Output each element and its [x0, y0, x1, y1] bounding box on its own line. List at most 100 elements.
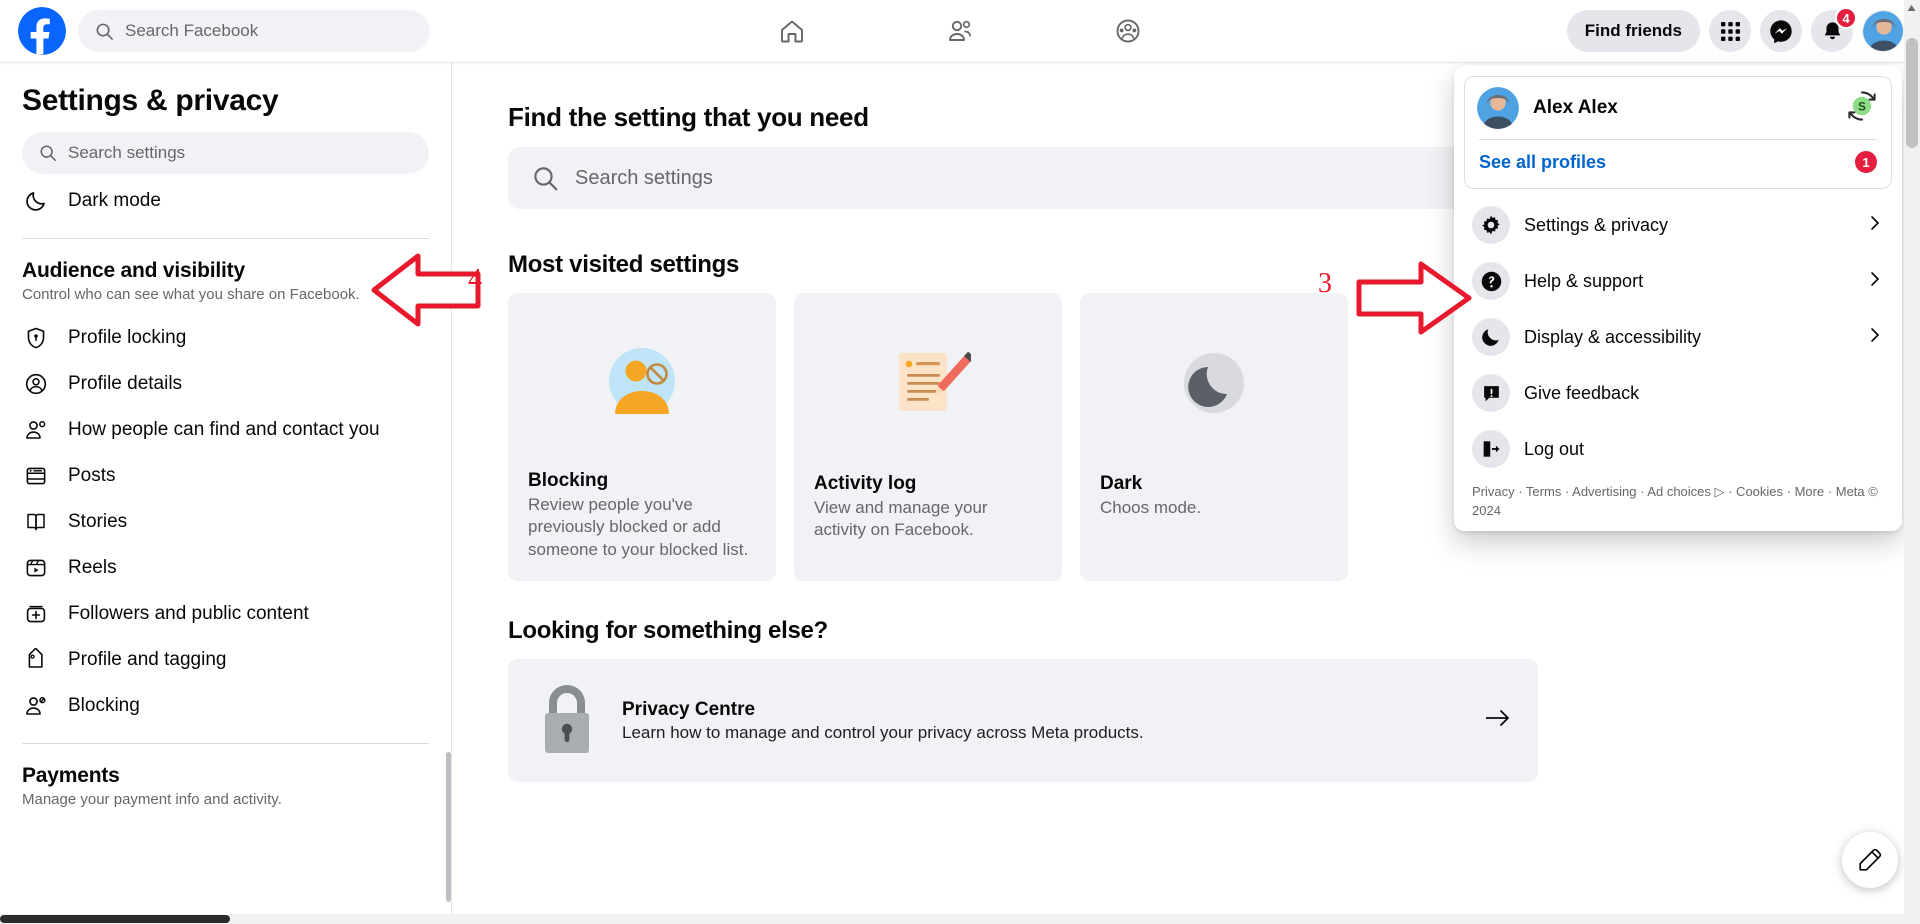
topbar-left-group: Search Facebook	[0, 7, 430, 55]
page-horizontal-scrollbar-thumb[interactable]	[0, 915, 230, 923]
sidebar-item-blocking[interactable]: Blocking	[0, 683, 451, 729]
sidebar-item-label: Dark mode	[68, 190, 161, 211]
setting-card-activity-log[interactable]: Activity log View and manage your activi…	[794, 293, 1062, 581]
sidebar-title: Settings & privacy	[22, 84, 279, 117]
user-avatar	[1477, 87, 1519, 129]
dropdown-footer-links[interactable]: Privacy · Terms · Advertising · Ad choic…	[1464, 477, 1892, 523]
setting-card-dark-mode[interactable]: Dark Choos mode.	[1080, 293, 1348, 581]
compose-fab-button[interactable]	[1842, 832, 1898, 888]
menu-item-settings-privacy[interactable]: Settings & privacy	[1464, 197, 1892, 253]
switch-profile-icon[interactable]: S	[1845, 89, 1879, 128]
see-all-profiles-badge: 1	[1855, 151, 1877, 173]
menu-item-label: Help & support	[1524, 270, 1644, 291]
tag-icon	[22, 646, 50, 674]
search-icon	[534, 166, 558, 190]
sidebar-item-label: Profile details	[68, 373, 183, 394]
sidebar-item-profile-and-tagging[interactable]: Profile and tagging	[0, 637, 451, 683]
sidebar-divider	[22, 743, 429, 744]
facebook-logo-icon[interactable]	[18, 7, 66, 55]
sidebar-item-label: Stories	[68, 511, 128, 532]
menu-item-display-accessibility[interactable]: Display & accessibility	[1464, 309, 1892, 365]
menu-item-give-feedback[interactable]: Give feedback	[1464, 365, 1892, 421]
account-avatar-button[interactable]	[1862, 10, 1904, 52]
profile-card-row[interactable]: Alex Alex S	[1477, 87, 1879, 129]
messenger-icon[interactable]	[1760, 10, 1802, 52]
followers-plus-icon	[22, 600, 50, 628]
annotation-label-4: 4	[468, 264, 482, 295]
menu-item-label: Display & accessibility	[1524, 326, 1702, 347]
see-all-profiles-button[interactable]: See all profiles 1	[1477, 146, 1879, 180]
topbar-nav-group	[764, 8, 1156, 54]
moon-icon	[1472, 318, 1510, 356]
settings-search-input[interactable]: Search settings	[508, 147, 1508, 209]
question-circle-icon	[1472, 262, 1510, 300]
setting-card-blocking[interactable]: Blocking Review people you've previously…	[508, 293, 776, 581]
find-friends-button[interactable]: Find friends	[1566, 10, 1700, 52]
groups-icon[interactable]	[1100, 8, 1156, 54]
sidebar-divider	[22, 238, 429, 239]
sidebar-section-subtitle-audience: Control who can see what you share on Fa…	[22, 286, 360, 303]
profile-card: Alex Alex S See all profiles 1	[1464, 76, 1892, 189]
page-vertical-scrollbar-thumb[interactable]	[1906, 38, 1918, 148]
account-dropdown-menu: Alex Alex S See all profiles 1 Settings …	[1454, 66, 1902, 531]
sidebar-scrollbar-thumb[interactable]	[446, 752, 451, 902]
menu-item-help-support[interactable]: Help & support	[1464, 253, 1892, 309]
sidebar-item-dark-mode[interactable]: Dark mode	[0, 190, 451, 224]
sidebar-item-profile-locking[interactable]: Profile locking	[0, 315, 451, 361]
setting-card-desc: View and manage your activity on Faceboo…	[814, 498, 988, 540]
gear-icon	[1472, 206, 1510, 244]
blocking-illustration	[528, 319, 756, 444]
scroll-up-arrow-icon[interactable]	[1906, 3, 1917, 14]
sidebar-item-posts[interactable]: Posts	[0, 453, 451, 499]
setting-card-desc: Review people you've previously blocked …	[528, 494, 749, 559]
top-navigation-bar: Search Facebook Find friends 4	[0, 0, 1920, 62]
sidebar-item-stories[interactable]: Stories	[0, 499, 451, 545]
chevron-right-icon	[1866, 214, 1884, 237]
sidebar-item-label: Posts	[68, 465, 116, 486]
sidebar-item-reels[interactable]: Reels	[0, 545, 451, 591]
notifications-bell-icon[interactable]: 4	[1811, 7, 1857, 52]
privacy-centre-title: Privacy Centre	[622, 698, 756, 720]
arrow-right-icon[interactable]	[1484, 707, 1512, 734]
sidebar-section-subtitle-payments: Manage your payment info and activity.	[22, 791, 282, 808]
home-icon[interactable]	[764, 8, 820, 54]
facebook-settings-page: Search Facebook Find friends 4 Settings …	[0, 0, 1920, 924]
person-block-icon	[22, 692, 50, 720]
page-horizontal-scrollbar[interactable]	[0, 914, 1920, 924]
setting-card-title: Activity log	[814, 473, 917, 494]
activity-log-illustration	[814, 319, 1042, 447]
profile-card-divider	[1479, 139, 1877, 140]
topbar-right-group: Find friends 4	[1566, 7, 1904, 52]
setting-card-desc: Choos mode.	[1100, 498, 1202, 517]
privacy-centre-card[interactable]: Privacy Centre Learn how to manage and c…	[508, 659, 1538, 782]
menu-item-label: Settings & privacy	[1524, 214, 1669, 235]
person-circle-icon	[22, 370, 50, 398]
friends-icon[interactable]	[932, 8, 988, 54]
logout-icon	[1472, 430, 1510, 468]
find-friends-label: Find friends	[1584, 21, 1682, 40]
sidebar-item-how-people-find-you[interactable]: How people can find and contact you	[0, 407, 451, 453]
sidebar-section-title-payments: Payments	[22, 764, 120, 787]
reels-icon	[22, 554, 50, 582]
sidebar-item-label: Profile locking	[68, 327, 187, 348]
menu-item-label: Give feedback	[1524, 382, 1640, 403]
looking-for-something-else-heading: Looking for something else?	[508, 617, 828, 644]
annotation-label-3: 3	[1318, 268, 1332, 299]
privacy-centre-text: Privacy Centre Learn how to manage and c…	[622, 699, 1462, 743]
sidebar-item-followers-public-content[interactable]: Followers and public content	[0, 591, 451, 637]
grid-menu-icon[interactable]	[1709, 10, 1751, 52]
sidebar-search-input[interactable]: Search settings	[22, 132, 429, 174]
settings-search-placeholder: Search settings	[575, 166, 713, 189]
profile-name: Alex Alex	[1533, 97, 1618, 118]
search-icon	[40, 145, 56, 161]
facebook-search-input[interactable]: Search Facebook	[78, 10, 430, 52]
see-all-profiles-label: See all profiles	[1479, 151, 1607, 172]
posts-icon	[22, 462, 50, 490]
search-icon	[96, 23, 113, 40]
sidebar-item-label: Followers and public content	[68, 603, 309, 624]
moon-icon	[22, 190, 50, 215]
menu-item-log-out[interactable]: Log out	[1464, 421, 1892, 477]
sidebar-item-profile-details[interactable]: Profile details	[0, 361, 451, 407]
privacy-centre-desc: Learn how to manage and control your pri…	[622, 722, 1144, 742]
shield-lock-icon	[22, 324, 50, 352]
